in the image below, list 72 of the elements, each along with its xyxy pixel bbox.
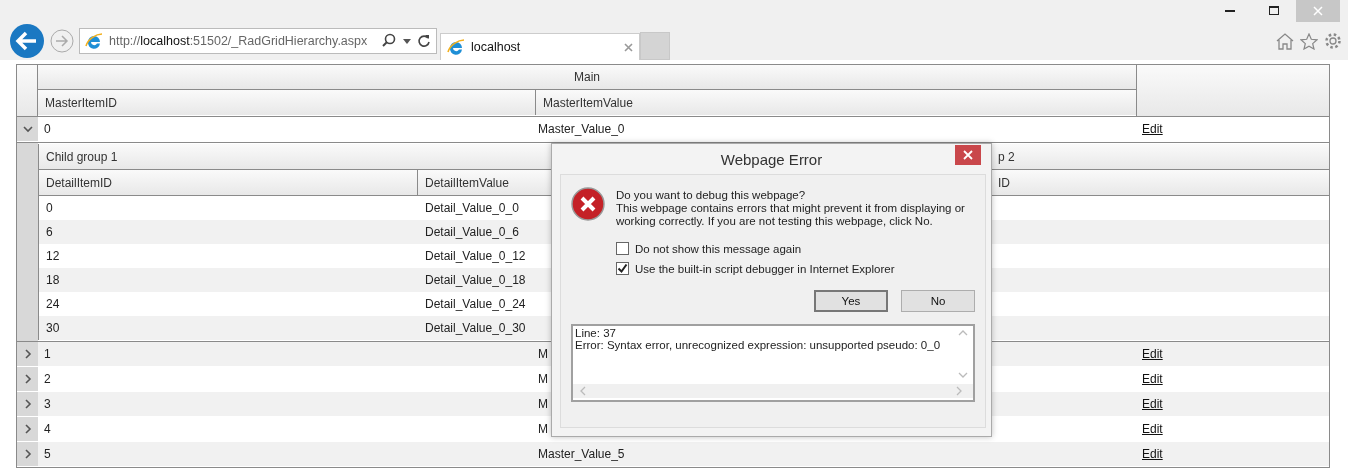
checkbox[interactable] [616,242,629,255]
search-icon[interactable] [381,33,397,49]
no-button[interactable]: No [901,290,975,312]
table-cell: 18 [46,273,60,287]
expand-chevron-icon[interactable] [22,349,33,359]
dialog-message: This webpage contains errors that might prevent it from displaying or working correctly. If you are not testing this webpage, click No. [615,202,966,228]
details-text: Line: 37 [575,327,617,339]
table-cell: 2 [44,372,51,386]
column-header[interactable]: MasterItemValue [536,90,1136,115]
star-icon[interactable] [1300,32,1318,50]
close-tab-icon[interactable] [624,42,633,52]
horizontal-scrollbar[interactable] [573,384,973,398]
table-cell: 5 [44,447,51,461]
column-header[interactable]: MasterItemID [38,90,536,115]
table-cell: 30 [46,321,60,335]
settings-icon[interactable] [1324,32,1342,50]
error-icon [571,187,605,221]
table-cell: 24 [46,297,60,311]
dialog-question: Do you want to debug this webpage? [615,189,807,202]
table-cell: Detail_Value_0_18 [425,273,526,287]
table-cell: Master_Value_0 [538,122,625,136]
table-cell: M [538,397,548,411]
checkbox-label: Use the built-in script debugger in Internet Explorer [635,262,895,275]
table-cell: M [538,422,548,436]
close-icon [963,150,973,160]
table-cell: M [538,372,548,386]
checkbox[interactable] [616,262,629,275]
expand-chevron-icon[interactable] [22,424,33,434]
column-group-header: Main [38,65,1136,90]
table-cell: Detail_Value_0_12 [425,249,526,263]
edit-link[interactable]: Edit [1142,422,1163,436]
expand-chevron-icon[interactable] [22,399,33,409]
refresh-icon[interactable] [417,34,431,48]
expand-chevron-icon[interactable] [22,449,33,459]
edit-link[interactable]: Edit [1142,347,1163,361]
address-bar[interactable]: http://localhost:51502/_RadGridHierarchy.aspx [79,28,437,54]
column-header[interactable]: DetailItemID [39,170,418,195]
table-cell: 12 [46,249,60,263]
browser-tab[interactable]: localhost [440,33,640,60]
back-button[interactable] [9,23,45,59]
table-cell: 4 [44,422,51,436]
tab-title: localhost [471,40,522,54]
edit-link[interactable]: Edit [1142,122,1163,136]
table-cell: Detail_Value_0_30 [425,321,526,335]
browser-logo-icon [447,38,465,56]
table-cell: 1 [44,347,51,361]
table-cell: Detail_Value_0_24 [425,297,526,311]
edit-link[interactable]: Edit [1142,447,1163,461]
checkbox-label: Do not show this message again [635,242,802,255]
table-cell: 3 [44,397,51,411]
close-button[interactable] [955,145,981,165]
dropdown-caret-icon[interactable] [403,38,411,44]
close-icon [1312,5,1324,17]
collapse-chevron-icon[interactable] [22,124,33,134]
table-cell: M [538,347,548,361]
details-text: Error: Syntax error, unrecognized expression: unsupported pseudo: 0_0 [575,339,942,351]
dialog-title: Webpage Error [720,150,823,168]
edit-link[interactable]: Edit [1142,397,1163,411]
table-cell: Detail_Value_0_0 [425,201,519,215]
edit-link[interactable]: Edit [1142,372,1163,386]
address-text: http://localhost:51502/_RadGridHierarchy.aspx [109,34,369,48]
table-cell: 6 [46,225,53,239]
expand-chevron-icon[interactable] [22,374,33,384]
browser-logo-icon [85,32,103,50]
home-icon[interactable] [1276,32,1294,50]
yes-button[interactable]: Yes [814,290,888,312]
table-cell: 0 [46,201,53,215]
table-cell: 0 [44,122,51,136]
maximize-icon [1268,5,1280,17]
table-cell: Master_Value_5 [538,447,625,461]
table-cell: Detail_Value_0_6 [425,225,519,239]
minimize-icon [1225,10,1235,12]
